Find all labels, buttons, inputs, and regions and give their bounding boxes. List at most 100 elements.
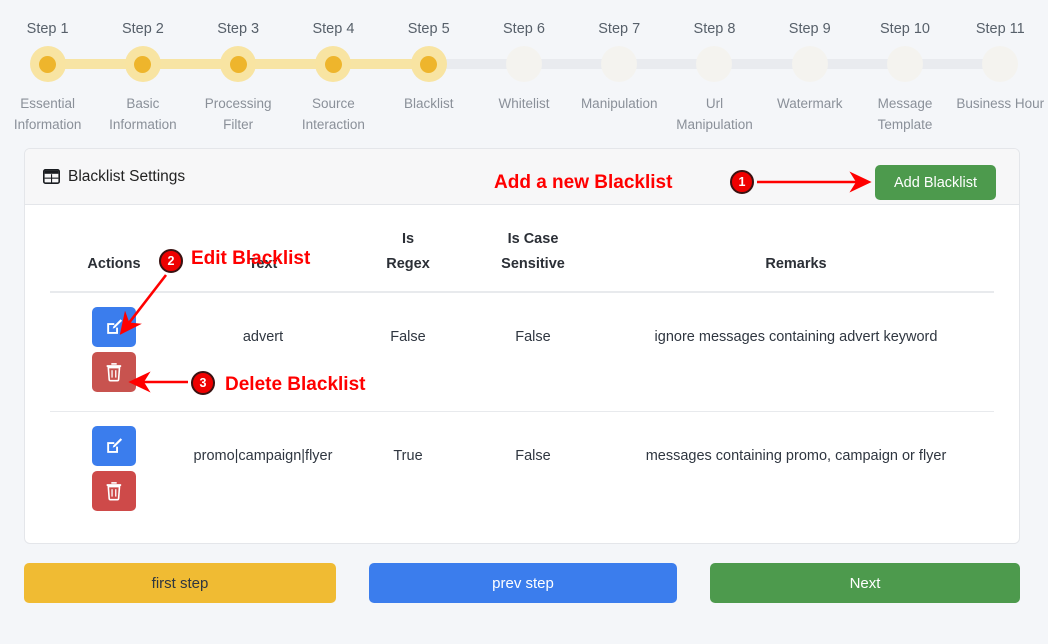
column-header-is-case-sensitive: Is Case Sensitive <box>468 205 598 293</box>
stepper-step-title: Step 2 <box>121 21 164 37</box>
stepper-step-label: Processing Filter <box>204 96 272 132</box>
first-step-button[interactable]: first step <box>24 563 336 603</box>
stepper-step-8[interactable]: Step 8 Url Manipulation <box>666 0 763 135</box>
blacklist-table: Actions Text Is Regex Is Case Sensitive … <box>50 205 994 530</box>
row-is-case-cell: False <box>468 292 598 412</box>
stepper-step-title: Step 10 <box>880 21 931 37</box>
stepper-step-title: Step 9 <box>788 21 831 37</box>
stepper-step-title: Step 1 <box>26 21 69 37</box>
stepper-dot-row <box>666 44 763 84</box>
next-step-button[interactable]: Next <box>710 563 1020 603</box>
stepper-step-label: Message Template <box>877 96 933 132</box>
stepper-dot <box>315 46 352 82</box>
stepper-dot <box>791 46 828 82</box>
table-grid-icon <box>43 169 68 184</box>
stepper-step-10[interactable]: Step 10 Message Template <box>857 0 953 135</box>
stepper-step-title: Step 11 <box>975 21 1025 37</box>
stepper-step-title: Step 4 <box>312 21 355 37</box>
stepper-dot-row <box>952 44 1048 84</box>
stepper-step-11[interactable]: Step 11 Business Hour <box>952 0 1048 114</box>
row-actions-cell <box>50 292 178 412</box>
row-is-case-cell: False <box>468 411 598 530</box>
stepper-step-title: Step 5 <box>407 21 450 37</box>
card-header: Blacklist Settings <box>25 149 1019 205</box>
delete-blacklist-button[interactable] <box>92 471 136 511</box>
wizard-stepper: Step 1 Essential Information Step 2 Basic I… <box>0 0 1048 143</box>
stepper-step-2[interactable]: Step 2 Basic Information <box>95 0 191 135</box>
row-is-regex-value: False <box>390 329 426 345</box>
row-is-case-value: False <box>515 329 551 345</box>
row-text-value: promo|campaign|flyer <box>193 448 333 464</box>
table-header-row: Actions Text Is Regex Is Case Sensitive … <box>50 205 994 293</box>
row-is-regex-cell: True <box>348 411 468 530</box>
edit-blacklist-button[interactable] <box>92 426 136 466</box>
column-header-is-regex-line1: Is <box>401 231 415 247</box>
stepper-dot <box>124 46 161 82</box>
stepper-dot-row <box>190 44 286 84</box>
column-header-actions: Actions <box>50 205 178 293</box>
stepper-step-6[interactable]: Step 6 Whitelist <box>476 0 572 114</box>
stepper-dot <box>505 46 542 82</box>
stepper-dot <box>696 46 733 82</box>
stepper-step-label: Business Hour <box>956 96 1045 111</box>
wizard-footer: first step prev step Next <box>24 563 1020 603</box>
table-row: promo|campaign|flyer True False messages co… <box>50 411 994 530</box>
page-title: Blacklist Settings <box>68 167 186 185</box>
row-remarks-value: messages containing promo, campaign or f… <box>645 448 947 464</box>
stepper-step-5[interactable]: Step 5 Blacklist <box>381 0 477 114</box>
stepper-dot <box>982 46 1019 82</box>
column-header-remarks: Remarks <box>598 205 994 293</box>
stepper-step-label: Manipulation <box>580 96 658 111</box>
stepper-step-title: Step 6 <box>503 21 545 37</box>
stepper-dot-row <box>476 44 572 84</box>
stepper-dot <box>601 46 638 82</box>
stepper-step-4[interactable]: Step 4 Source Interaction <box>285 0 382 135</box>
stepper-step-label: Watermark <box>777 96 843 111</box>
row-text-value: advert <box>242 329 284 345</box>
stepper-step-1[interactable]: Step 1 Essential Information <box>0 0 96 135</box>
row-remarks-cell: messages containing promo, campaign or f… <box>598 411 994 530</box>
column-header-is-case-line1: Is Case <box>507 231 559 247</box>
prev-step-button[interactable]: prev step <box>369 563 677 603</box>
row-actions-cell <box>50 411 178 530</box>
row-remarks-cell: ignore messages containing advert keywor… <box>598 292 994 412</box>
stepper-dot <box>410 46 447 82</box>
stepper-step-7[interactable]: Step 7 Manipulation <box>571 0 667 114</box>
stepper-step-3[interactable]: Step 3 Processing Filter <box>190 0 286 135</box>
stepper-dot-row <box>857 44 953 84</box>
stepper-step-label: Basic Information <box>109 96 177 132</box>
column-header-text: Text <box>178 205 348 293</box>
stepper-dot <box>29 46 66 82</box>
column-header-is-case-line2: Sensitive <box>501 256 565 272</box>
stepper-dot <box>220 46 257 82</box>
stepper-step-title: Step 3 <box>217 21 260 37</box>
stepper-step-title: Step 7 <box>598 21 641 37</box>
row-is-regex-value: True <box>393 448 423 464</box>
stepper-step-label: Url Manipulation <box>676 96 753 132</box>
row-text-cell: advert <box>178 292 348 412</box>
stepper-dot-row <box>0 44 96 84</box>
stepper-dot-row <box>762 44 858 84</box>
column-header-is-regex-line2: Regex <box>386 256 430 272</box>
stepper-step-title: Step 8 <box>693 21 736 37</box>
stepper-step-label: Whitelist <box>498 96 550 111</box>
edit-blacklist-button[interactable] <box>92 307 136 347</box>
row-is-case-value: False <box>515 448 551 464</box>
blacklist-settings-card: Blacklist Settings Actions Text Is Regex… <box>24 148 1020 544</box>
stepper-step-9[interactable]: Step 9 Watermark <box>762 0 858 114</box>
stepper-dot-row <box>571 44 667 84</box>
row-text-cell: promo|campaign|flyer <box>178 411 348 530</box>
stepper-step-label: Blacklist <box>403 96 454 111</box>
stepper-step-label: Source Interaction <box>301 96 365 132</box>
row-remarks-value: ignore messages containing advert keywor… <box>654 329 938 345</box>
row-is-regex-cell: False <box>348 292 468 412</box>
stepper-dot-row <box>95 44 191 84</box>
stepper-dot-row <box>381 44 477 84</box>
stepper-step-label: Essential Information <box>13 96 82 132</box>
stepper-dot <box>887 46 924 82</box>
delete-blacklist-button[interactable] <box>92 352 136 392</box>
add-blacklist-button[interactable]: Add Blacklist <box>875 165 996 200</box>
table-row: advert False False ignore messages containi… <box>50 292 994 412</box>
column-header-is-regex: Is Regex <box>348 205 468 293</box>
card-body: Actions Text Is Regex Is Case Sensitive … <box>25 205 1019 530</box>
